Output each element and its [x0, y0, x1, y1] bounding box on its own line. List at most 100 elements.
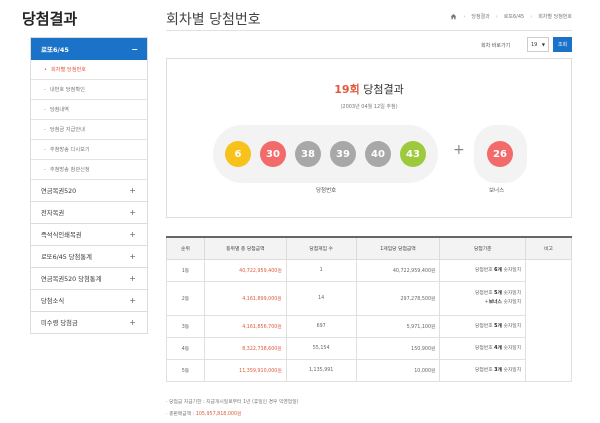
search-button[interactable]: 조회: [553, 37, 572, 52]
criteria-line: 당첨번호 4개 숫자일치: [444, 344, 521, 353]
bullet-icon: -: [44, 126, 46, 133]
sidebar-item-pension520[interactable]: 연금복권520 +: [31, 180, 147, 202]
per-game-prize-cell: 40,722,959,400원: [355, 258, 441, 282]
sidebar-item-label: 로또6/45 당첨통계: [41, 254, 92, 261]
subitem-draw-visit[interactable]: - 추첨방송 참관신청: [31, 160, 147, 180]
winner-count-cell: 697: [285, 314, 357, 338]
criteria-line: +보너스 숫자일치: [444, 298, 521, 307]
bullet-icon: -: [44, 146, 46, 153]
subitem-draw-replay[interactable]: - 추첨방송 다시보기: [31, 140, 147, 160]
plus-icon: +: [453, 142, 465, 158]
criteria-count: 4개: [494, 345, 502, 351]
breadcrumb-item[interactable]: 회차별 당첨번호: [538, 13, 572, 20]
table-row: 2등 4,161,899,000원 14 297,278,500원 당첨번호 5개 숫자…: [166, 280, 572, 316]
breadcrumb: › 당첨결과 › 로또6/45 › 회차별 당첨번호: [450, 13, 572, 20]
table-row: 5등 11,359,910,000원 1,135,991 10,000원 당첨번호 3개…: [166, 358, 572, 382]
note-text: 당첨금 지급기한 : 지급개시일로부터 1년 (휴일인 경우 익영업일): [169, 400, 299, 405]
sidebar-item-lotto-stats[interactable]: 로또6/45 당첨통계 +: [31, 246, 147, 268]
sidebar-item-lotto645[interactable]: 로또6/45 −: [31, 38, 147, 60]
rank-cell: 5등: [166, 358, 205, 382]
criteria-cell: 당첨번호 3개 숫자일치: [439, 358, 527, 382]
expand-icon: +: [129, 296, 136, 305]
number-ball: 30: [260, 141, 286, 167]
expand-icon: +: [129, 274, 136, 283]
bonus-ball: 26: [487, 141, 513, 167]
criteria-count: 5개: [494, 323, 502, 329]
winner-count-cell: 55,154: [285, 336, 357, 360]
remark-cell: [525, 258, 572, 382]
result-panel: 19회 당첨결과 (2003년 04월 12일 추첨) 6 30 38 39 4…: [166, 58, 572, 218]
criteria-text: 당첨번호: [474, 367, 495, 373]
winner-count-cell: 1,135,991: [285, 358, 357, 382]
round-number: 19회: [334, 83, 360, 96]
subitem-payout-guide[interactable]: - 당첨금 지급안내: [31, 120, 147, 140]
bullet-icon: •: [44, 66, 47, 73]
criteria-count: 5개: [494, 291, 502, 296]
expand-icon: +: [129, 230, 136, 239]
total-prize-cell: 8,322,738,600원: [203, 336, 287, 360]
subitem-label: 회차별 당첨번호: [50, 67, 87, 73]
sidebar-item-news[interactable]: 당첨소식 +: [31, 290, 147, 312]
note-payout-deadline: · 당첨금 지급기한 : 지급개시일로부터 1년 (휴일인 경우 익영업일): [166, 400, 299, 405]
criteria-line: 당첨번호 3개 숫자일치: [444, 366, 521, 375]
sidebar-item-label: 연금복권520 당첨통계: [41, 276, 102, 283]
table-row: 1등 40,722,959,400원 1 40,722,959,400원 당첨번호 6개…: [166, 258, 572, 382]
sidebar-menu: 로또6/45 − • 회차별 당첨번호 - 내번호 당첨확인 - 당첨내역 - 당첨금 …: [30, 37, 148, 334]
caret-down-icon: ▼: [541, 42, 545, 47]
subitem-round-numbers[interactable]: • 회차별 당첨번호: [31, 60, 147, 80]
round-select-value: 19: [531, 41, 538, 48]
round-select[interactable]: 19 ▼: [527, 37, 549, 52]
subitem-label: 추첨방송 참관신청: [49, 167, 90, 173]
draw-date: (2003년 04월 12일 추첨): [340, 104, 398, 110]
sidebar-item-instant[interactable]: 즉석식인쇄복권 +: [31, 224, 147, 246]
expand-icon: +: [129, 318, 136, 327]
sidebar-item-e-lottery[interactable]: 전자복권 +: [31, 202, 147, 224]
total-prize-cell: 40,722,959,400원: [203, 258, 287, 282]
breadcrumb-item[interactable]: 당첨결과: [471, 13, 489, 20]
per-game-prize-cell: 297,278,500원: [355, 280, 441, 316]
column-header: 당첨기준: [439, 236, 527, 260]
breadcrumb-item[interactable]: 로또6/45: [504, 13, 524, 20]
sidebar-title: 당첨결과: [22, 10, 78, 28]
sidebar-item-label: 즉석식인쇄복권: [41, 232, 82, 239]
per-game-prize-cell: 5,971,100원: [355, 314, 441, 338]
bullet-icon: -: [44, 166, 46, 173]
criteria-count: 보너스: [488, 300, 502, 305]
criteria-text: 당첨번호: [474, 267, 495, 273]
rank-cell: 2등: [166, 280, 205, 316]
criteria-cell: 당첨번호 5개 숫자일치: [439, 314, 527, 338]
sidebar-item-label: 로또6/45: [41, 46, 69, 54]
criteria-count: 6개: [494, 267, 502, 273]
per-game-prize-cell: 150,900원: [355, 336, 441, 360]
subitem-check-my-numbers[interactable]: - 내번호 당첨확인: [31, 80, 147, 100]
column-header: 비고: [525, 236, 572, 260]
winner-count-cell: 14: [285, 280, 357, 316]
number-ball: 38: [295, 141, 321, 167]
winning-numbers-label: 당첨번호: [316, 188, 337, 194]
criteria-text: 당첨번호: [474, 291, 495, 296]
sidebar-item-unclaimed[interactable]: 미수령 당첨금 +: [31, 312, 147, 334]
subitem-win-history[interactable]: - 당첨내역: [31, 100, 147, 120]
table-row: 3등 4,161,856,700원 697 5,971,100원 당첨번호 5개 숫자일…: [166, 314, 572, 338]
sidebar-item-label: 전자복권: [41, 210, 65, 217]
criteria-text: 숫자일치: [501, 291, 522, 296]
subitem-label: 당첨금 지급안내: [49, 127, 85, 133]
criteria-text: 숫자일치: [501, 345, 522, 351]
note-total-sales: · 총판매금액 : 105,957,818,000원: [166, 412, 242, 417]
sidebar-item-label: 당첨소식: [41, 298, 65, 305]
column-header: 등위별 총 당첨금액: [203, 236, 287, 260]
result-title-suffix: 당첨결과: [363, 83, 404, 96]
header-divider: [166, 30, 572, 31]
criteria-cell: 당첨번호 6개 숫자일치: [439, 258, 527, 282]
column-header: 당첨게임 수: [285, 236, 357, 260]
rank-cell: 4등: [166, 336, 205, 360]
result-title: 19회 당첨결과: [167, 81, 571, 97]
sidebar-item-pension-stats[interactable]: 연금복권520 당첨통계 +: [31, 268, 147, 290]
expand-icon: +: [129, 252, 136, 261]
round-move-label: 회차 바로가기: [481, 43, 511, 49]
home-icon[interactable]: [450, 13, 457, 20]
criteria-cell: 당첨번호 4개 숫자일치: [439, 336, 527, 360]
number-ball: 40: [365, 141, 391, 167]
column-header: 1게임당 당첨금액: [355, 236, 441, 260]
criteria-text: 당첨번호: [474, 345, 495, 351]
